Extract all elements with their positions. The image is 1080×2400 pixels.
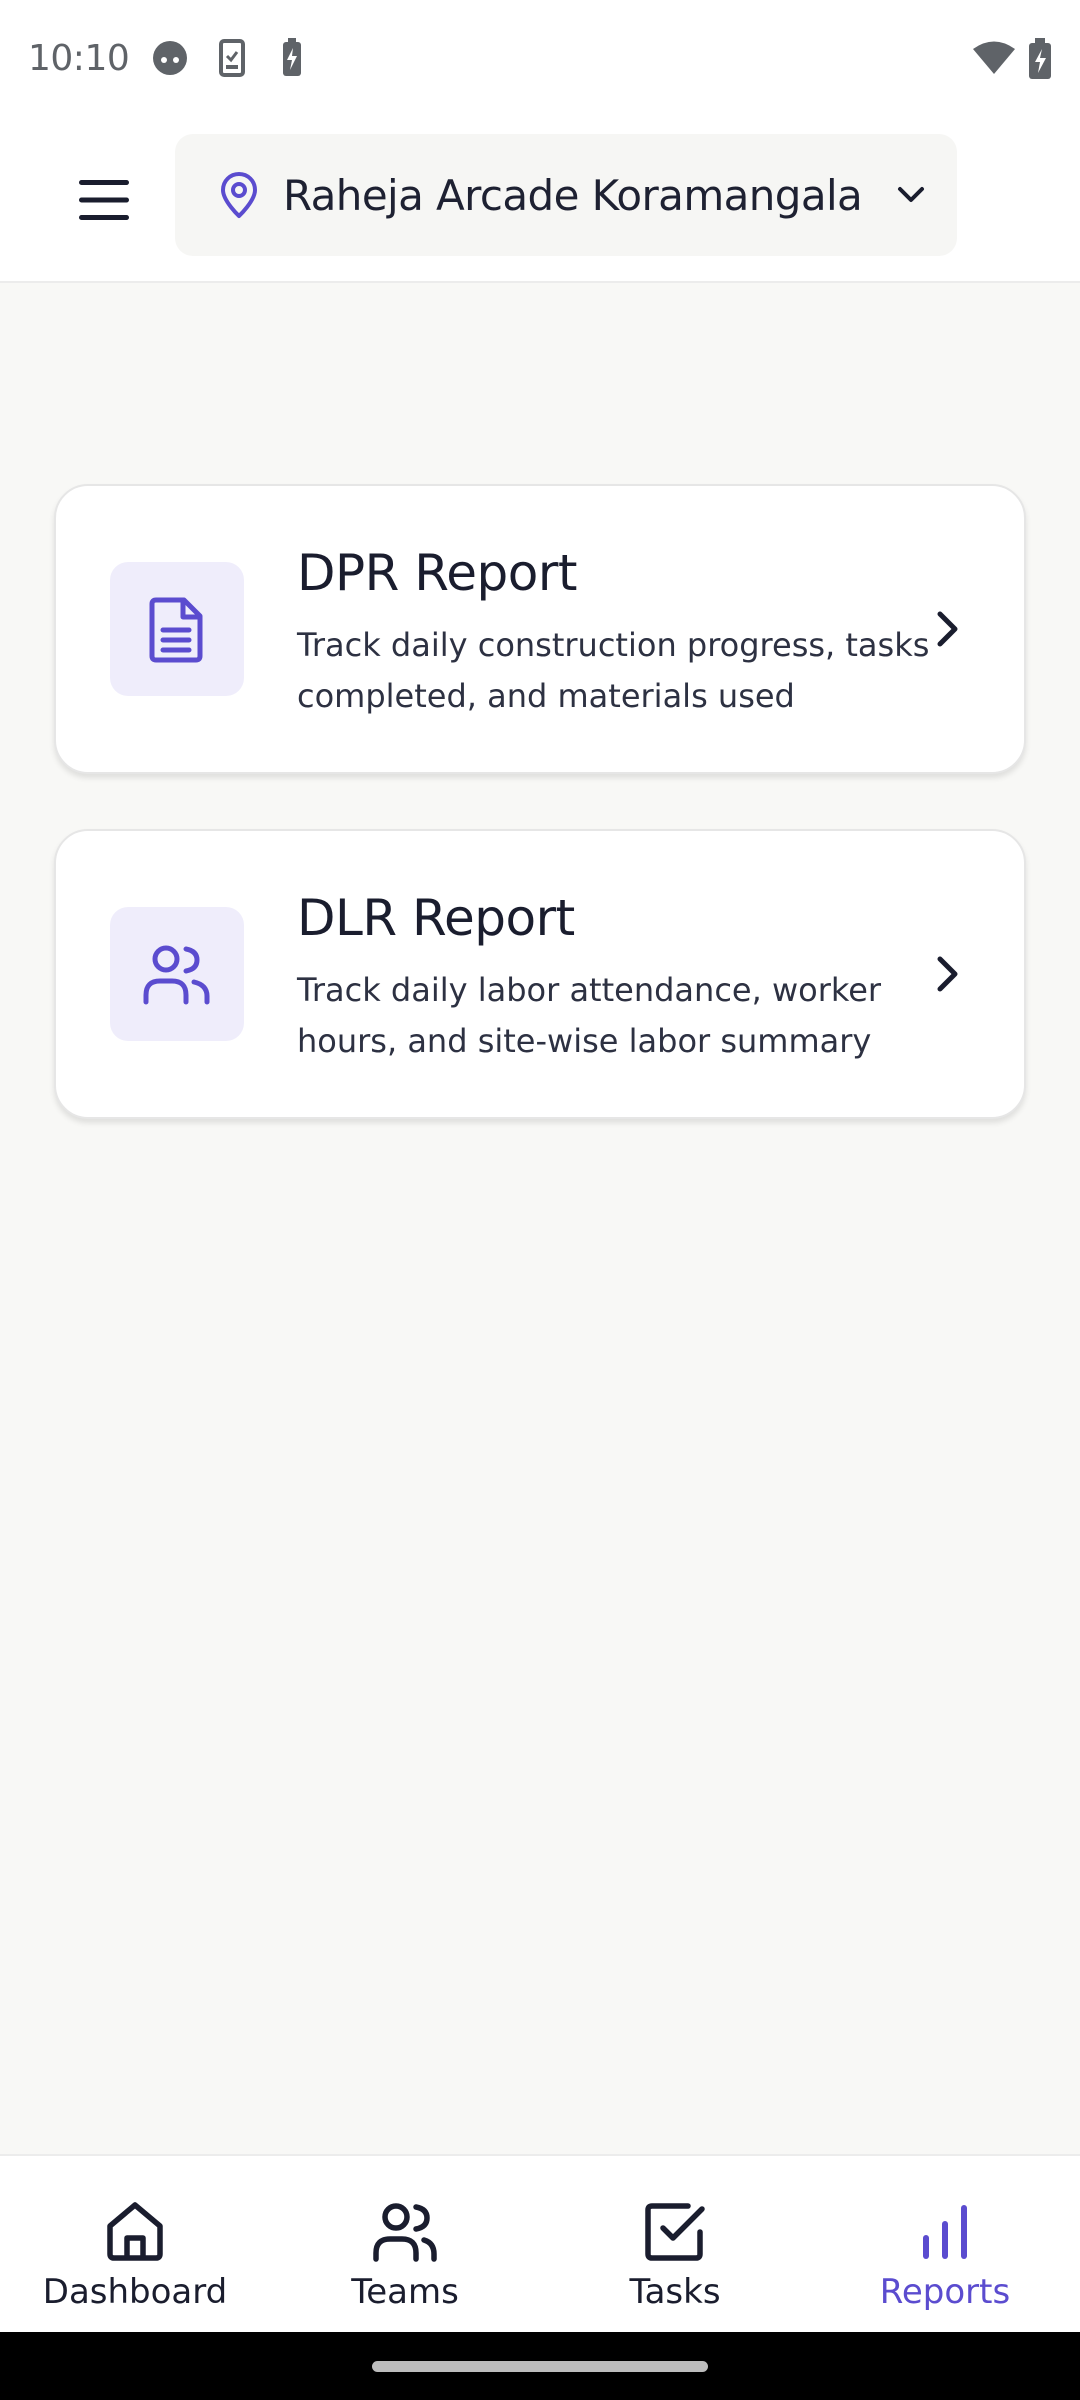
nav-teams[interactable]: Teams bbox=[270, 2156, 540, 2334]
chevron-down-icon bbox=[898, 187, 925, 202]
nav-dashboard[interactable]: Dashboard bbox=[0, 2156, 270, 2334]
dpr-report-card[interactable]: DPR Report Track daily construction prog… bbox=[54, 484, 1026, 774]
home-icon bbox=[107, 2202, 163, 2261]
status-time: 10:10 bbox=[28, 38, 130, 79]
report-description: Track daily labor attendance, worker hou… bbox=[297, 971, 882, 1060]
report-title: DPR Report bbox=[297, 544, 578, 602]
app-header: Raheja Arcade Koramangala bbox=[0, 126, 1080, 283]
nav-tasks[interactable]: Tasks bbox=[540, 2156, 810, 2334]
nav-reports[interactable]: Reports bbox=[810, 2156, 1080, 2334]
dlr-report-card[interactable]: DLR Report Track daily labor attendance,… bbox=[54, 829, 1026, 1119]
location-name: Raheja Arcade Koramangala bbox=[283, 170, 863, 220]
nav-label: Reports bbox=[879, 2272, 1011, 2312]
chevron-right-icon bbox=[937, 611, 958, 647]
chevron-right-icon bbox=[937, 956, 958, 992]
system-nav-bar bbox=[0, 2332, 1080, 2400]
map-pin-icon bbox=[221, 172, 257, 218]
face-notification-icon bbox=[150, 38, 190, 78]
menu-button[interactable] bbox=[70, 166, 138, 234]
wifi-icon bbox=[972, 40, 1016, 76]
report-title: DLR Report bbox=[297, 889, 575, 947]
battery-icon bbox=[1026, 38, 1054, 80]
report-description: Track daily construction progress, tasks… bbox=[297, 626, 930, 715]
users-icon bbox=[373, 2203, 437, 2262]
checkbox-icon bbox=[645, 2203, 705, 2261]
location-selector[interactable]: Raheja Arcade Koramangala bbox=[175, 134, 957, 256]
nav-label: Teams bbox=[351, 2272, 459, 2312]
bar-chart-icon bbox=[923, 2205, 967, 2259]
task-notification-icon bbox=[218, 38, 246, 78]
nav-label: Tasks bbox=[629, 2272, 721, 2312]
nav-label: Dashboard bbox=[42, 2272, 228, 2312]
report-icon-tile bbox=[110, 907, 244, 1041]
users-icon bbox=[143, 945, 210, 1005]
status-bar: 10:10 bbox=[0, 0, 1080, 126]
bottom-nav: Dashboard Teams Tasks Reports bbox=[0, 2154, 1080, 2332]
home-gesture-handle[interactable] bbox=[372, 2361, 708, 2372]
document-icon bbox=[149, 597, 203, 663]
charging-notification-icon bbox=[280, 38, 304, 78]
hamburger-menu-icon bbox=[79, 180, 129, 220]
report-icon-tile bbox=[110, 562, 244, 696]
